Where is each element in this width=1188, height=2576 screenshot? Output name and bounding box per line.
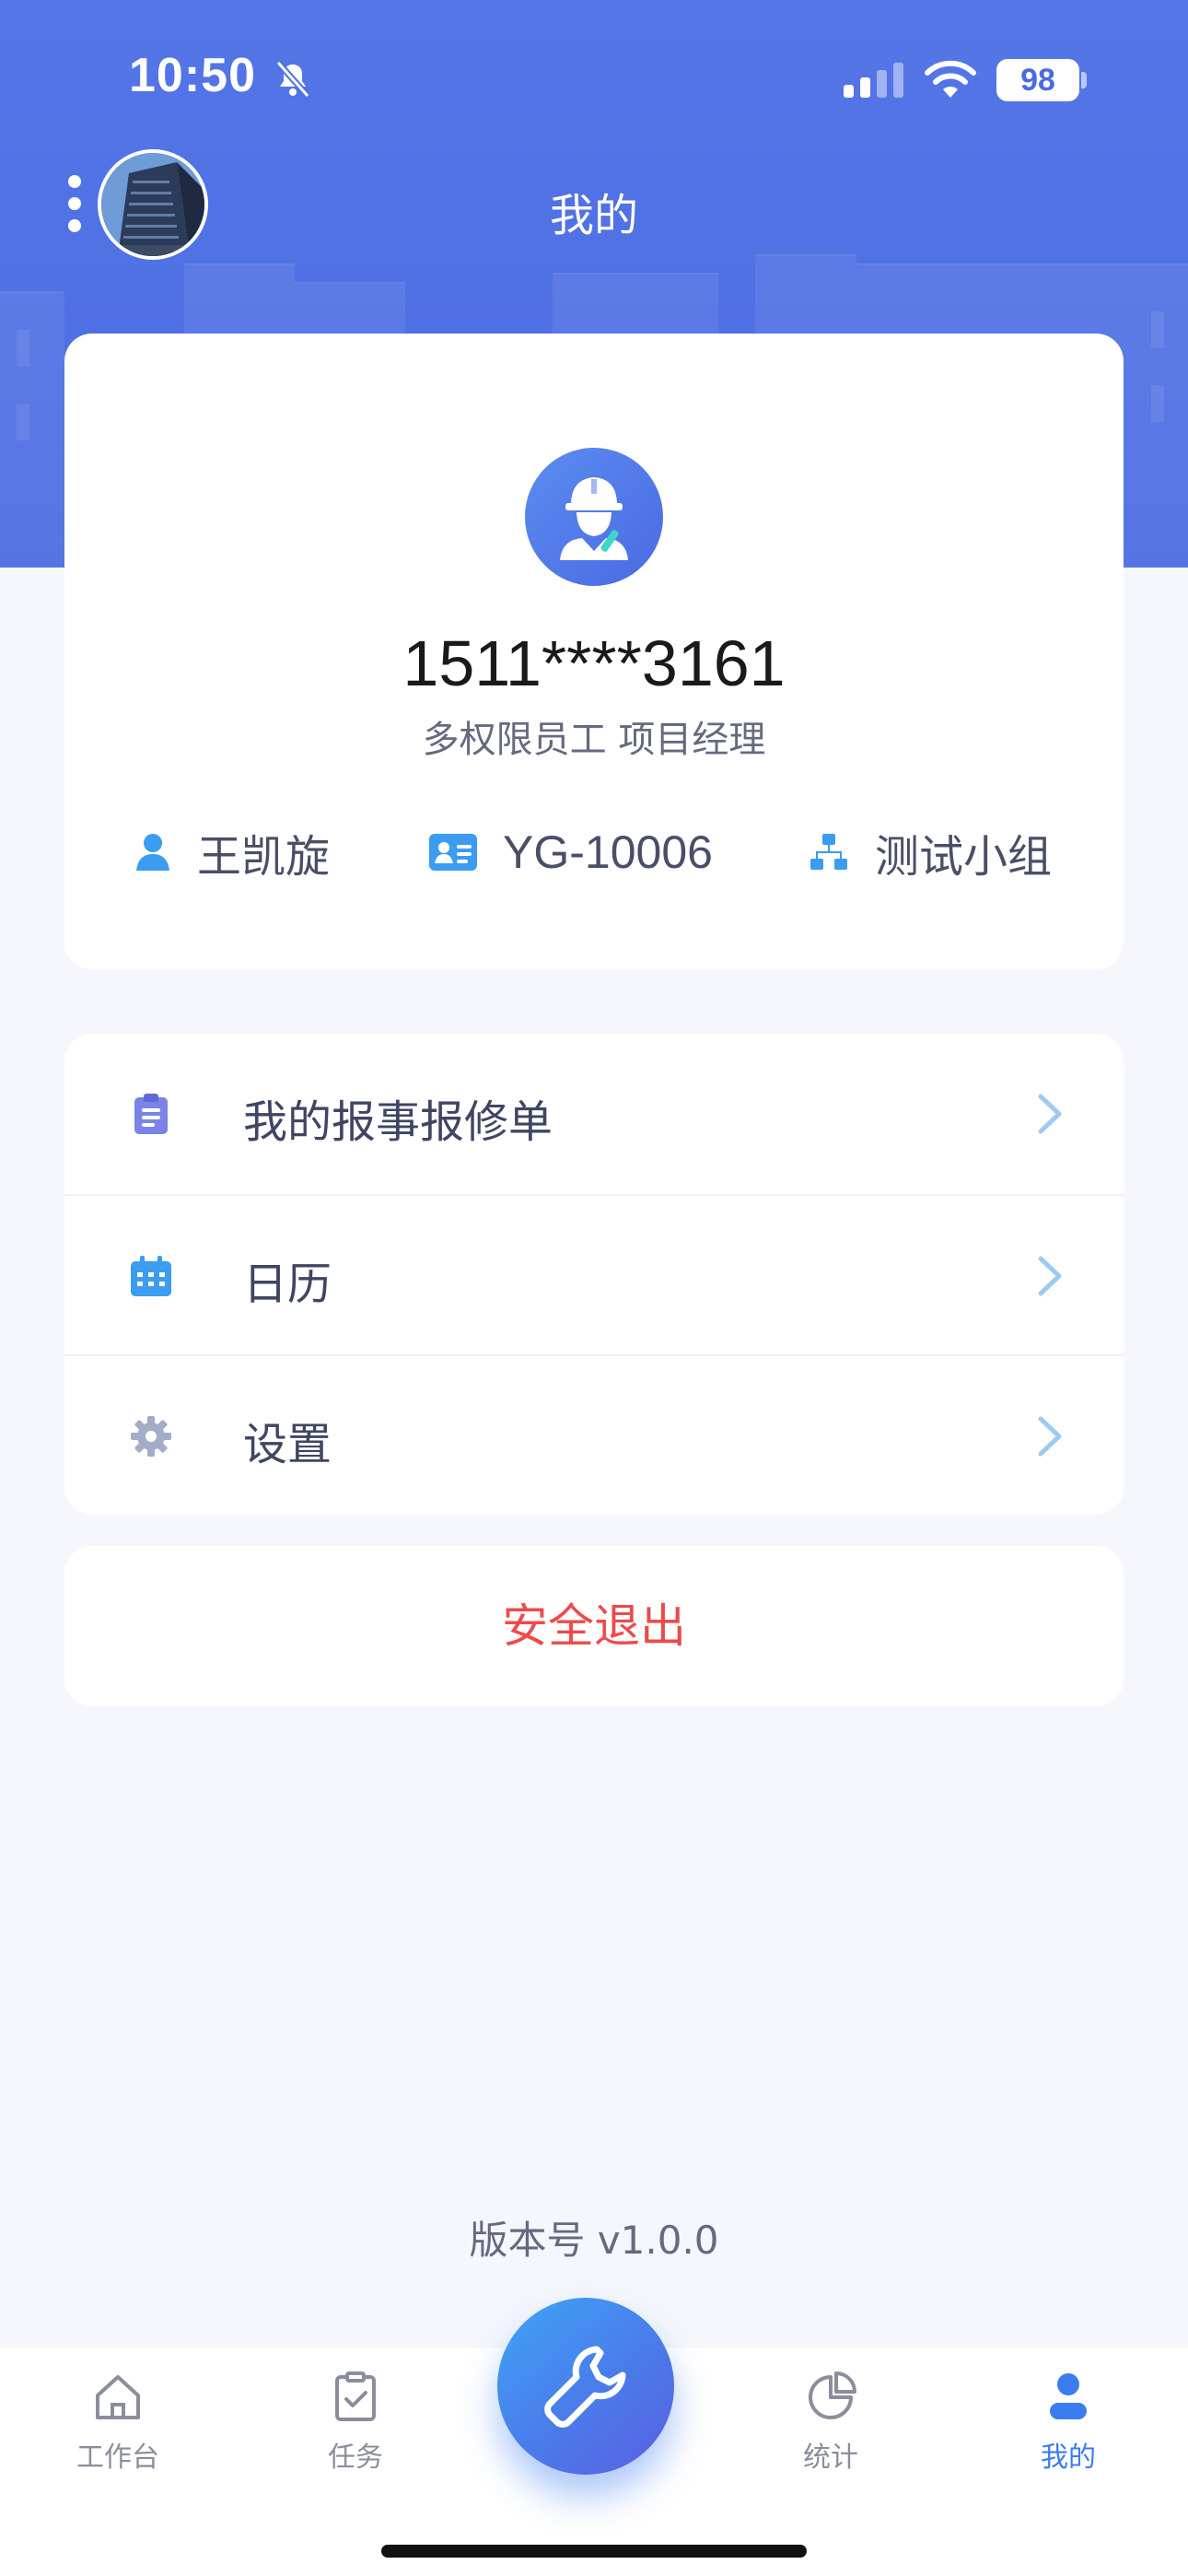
logout-button[interactable]: 安全退出: [64, 1546, 1124, 1706]
clipboard-check-icon: [335, 2371, 376, 2421]
group-info: 测试小组: [809, 820, 1052, 884]
employee-id: YG-10006: [503, 826, 713, 878]
home-indicator: [381, 2545, 807, 2558]
user-name-info: 王凯旋: [134, 820, 330, 884]
wrench-icon: [544, 2346, 626, 2428]
menu-item-label: 设置: [243, 1419, 332, 1470]
signal-icon: [844, 63, 903, 98]
tab-mine[interactable]: 我的: [995, 2370, 1142, 2499]
person-icon: [136, 834, 169, 871]
person-icon: [1050, 2373, 1087, 2419]
battery-level: 98: [1020, 63, 1055, 98]
tab-label: 任务: [328, 2441, 383, 2474]
bell-muted-icon: [275, 60, 310, 99]
menu-item-repair-orders[interactable]: 我的报事报修单: [64, 1034, 1124, 1194]
battery-tip: [1081, 72, 1087, 88]
group-name: 测试小组: [875, 831, 1053, 883]
tab-workbench[interactable]: 工作台: [44, 2370, 192, 2499]
user-name: 王凯旋: [197, 831, 331, 883]
status-time: 10:50: [129, 49, 256, 102]
status-bar: 10:50 98: [0, 0, 1188, 147]
user-phone: 1511****3161: [402, 627, 786, 699]
user-avatar: [525, 448, 663, 586]
menu-item-label: 我的报事报修单: [243, 1096, 553, 1148]
menu-card: 我的报事报修单 日历 设置: [64, 1034, 1124, 1515]
chevron-right-icon: [1038, 1416, 1062, 1457]
employee-id-info: YG-10006: [429, 820, 713, 884]
tab-label: 工作台: [76, 2441, 159, 2474]
pie-chart-icon: [809, 2371, 856, 2419]
menu-item-calendar[interactable]: 日历: [64, 1194, 1124, 1354]
tab-stats[interactable]: 统计: [757, 2370, 904, 2499]
user-role: 多权限员工 项目经理: [422, 719, 766, 761]
calendar-icon: [131, 1256, 171, 1296]
home-icon: [96, 2375, 140, 2419]
id-card-icon: [429, 834, 477, 871]
tab-tasks[interactable]: 任务: [282, 2370, 429, 2499]
menu-item-label: 日历: [243, 1259, 332, 1310]
menu-item-settings[interactable]: 设置: [64, 1354, 1124, 1515]
profile-card: 1511****3161 多权限员工 项目经理 王凯旋 YG-10006 测试小…: [64, 334, 1124, 969]
chevron-right-icon: [1038, 1256, 1062, 1296]
page-title: 我的: [549, 190, 638, 241]
repair-button[interactable]: [497, 2298, 674, 2475]
worker-icon: [560, 477, 628, 560]
version-label: 版本号 v1.0.0: [469, 2218, 719, 2263]
tab-label: 我的: [1041, 2441, 1096, 2474]
clipboard-icon: [134, 1094, 168, 1134]
battery-icon: 98: [996, 59, 1079, 101]
tab-label: 统计: [803, 2441, 858, 2474]
org-chart-icon: [810, 834, 847, 870]
gear-icon: [131, 1416, 171, 1457]
wifi-icon: [925, 60, 976, 98]
chevron-right-icon: [1038, 1094, 1062, 1134]
building-decoration: [0, 291, 64, 568]
